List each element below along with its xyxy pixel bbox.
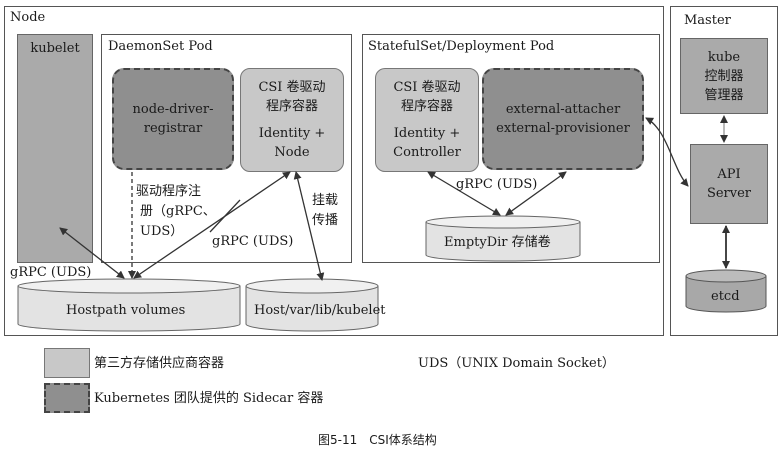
etcd-label: etcd [711, 289, 740, 304]
grpc-uds-mid-label: gRPC (UDS) [212, 234, 294, 249]
sidecar-apiserver-arrow [645, 117, 689, 187]
host-kubelet-label: Host/var/lib/kubelet [254, 303, 386, 318]
legend-third-party-swatch [44, 348, 90, 378]
driver-registration-label-2: 册（gRPC、 [140, 204, 216, 219]
legend-uds-note: UDS（UNIX Domain Socket） [418, 356, 615, 371]
mount-propagation-label-1: 挂载 [312, 193, 339, 208]
emptydir-label: EmptyDir 存储卷 [444, 235, 551, 250]
grpc-uds-controller-label: gRPC (UDS) [456, 177, 538, 192]
figure-caption: 图5-11 CSI体系结构 [318, 433, 437, 447]
legend-sidecar-swatch [44, 383, 90, 413]
mount-propagation-label-2: 传播 [312, 213, 339, 228]
legend-sidecar-label: Kubernetes 团队提供的 Sidecar 容器 [94, 391, 324, 406]
connector-layer [17, 115, 767, 332]
hostpath-volumes-label: Hostpath volumes [66, 303, 186, 318]
grpc-uds-left-label: gRPC (UDS) [10, 265, 92, 280]
driver-registration-label-1: 驱动程序注 [136, 184, 202, 199]
driver-registration-label-3: UDS） [140, 224, 184, 239]
legend-third-party-label: 第三方存储供应商容器 [94, 356, 225, 371]
